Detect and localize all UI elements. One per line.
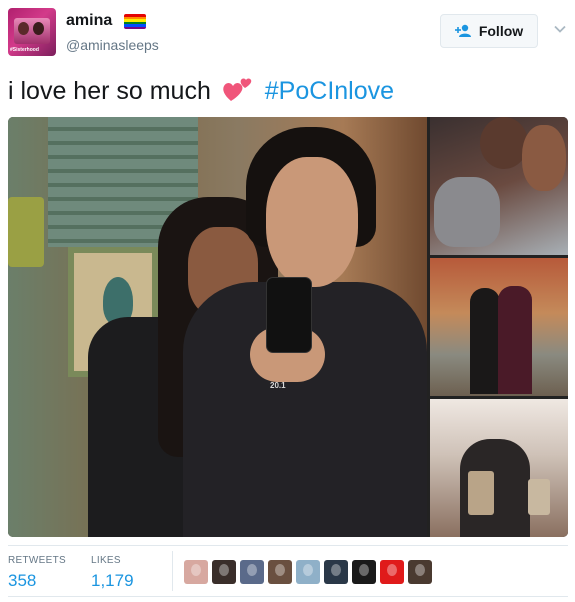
photo-person (470, 288, 500, 394)
liker-face (275, 564, 285, 576)
liker-avatar-9[interactable] (408, 560, 432, 584)
divider (172, 551, 173, 591)
likes-stat[interactable]: LIKES 1,179 (91, 555, 134, 591)
retweets-count: 358 (8, 571, 37, 590)
selfie-photo[interactable]: 20.1 (8, 117, 427, 537)
liker-avatar-7[interactable] (352, 560, 376, 584)
photo-phone (266, 277, 312, 353)
liker-face (247, 564, 257, 576)
liker-avatar-4[interactable] (268, 560, 292, 584)
liker-face (415, 564, 425, 576)
chevron-down-icon[interactable] (553, 22, 567, 36)
liker-avatar-8[interactable] (380, 560, 404, 584)
liker-face (303, 564, 313, 576)
avatar-text: #Sisterhood (10, 47, 39, 53)
likes-count: 1,179 (91, 571, 134, 590)
liker-face (387, 564, 397, 576)
photo-person (480, 117, 528, 169)
tweet-text: i love her so much #PoCInlove (8, 74, 394, 108)
photo-cat (434, 177, 500, 247)
hashtag-link[interactable]: #PoCInlove (265, 77, 394, 105)
photo-person (266, 157, 358, 287)
photo-cup (468, 471, 494, 515)
divider (8, 545, 568, 546)
mirror-selfie-photo[interactable] (430, 399, 568, 537)
avatar-face (18, 22, 29, 35)
cat-photo[interactable] (430, 117, 568, 255)
likes-label: LIKES (91, 555, 121, 566)
tweet-card: #Sisterhood amina @aminasleeps Follow i … (0, 0, 575, 602)
retweets-label: RETWEETS (8, 555, 66, 566)
flag-stripe (124, 26, 146, 29)
profile-avatar[interactable]: #Sisterhood (8, 8, 56, 56)
avatar-face (33, 22, 44, 35)
liker-face (359, 564, 369, 576)
shirt-text: 20.1 (270, 381, 286, 390)
photo-person (522, 125, 566, 191)
media-grid: 20.1 (8, 117, 568, 537)
likers-list (184, 560, 432, 584)
follow-label: Follow (478, 23, 524, 39)
liker-avatar-2[interactable] (212, 560, 236, 584)
couple-photo[interactable] (430, 258, 568, 396)
liker-face (219, 564, 229, 576)
photo-person (498, 286, 532, 394)
liker-avatar-5[interactable] (296, 560, 320, 584)
liker-face (191, 564, 201, 576)
add-user-icon (454, 24, 471, 37)
follow-button[interactable]: Follow (440, 14, 538, 48)
liker-face (331, 564, 341, 576)
divider (8, 596, 568, 597)
photo-cup (528, 479, 550, 515)
author-name[interactable]: amina (66, 12, 112, 30)
liker-avatar-1[interactable] (184, 560, 208, 584)
liker-avatar-6[interactable] (324, 560, 348, 584)
two-hearts-icon (223, 78, 252, 101)
author-handle[interactable]: @aminasleeps (66, 37, 159, 53)
tweet-body: i love her so much (8, 77, 211, 105)
liker-avatar-3[interactable] (240, 560, 264, 584)
photo-bag (8, 197, 44, 267)
retweets-stat[interactable]: RETWEETS 358 (8, 555, 66, 591)
rainbow-flag-icon (124, 14, 146, 29)
